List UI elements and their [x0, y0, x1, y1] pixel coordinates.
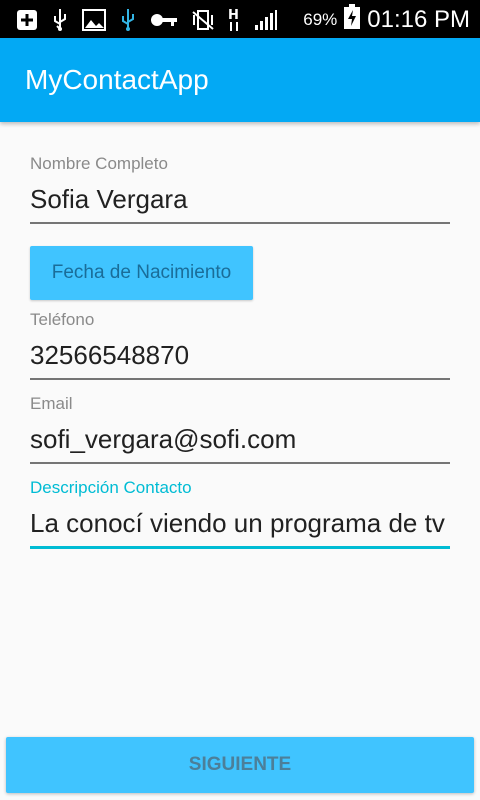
- svg-text:H: H: [228, 8, 239, 23]
- birth-date-button-label: Fecha de Nacimiento: [51, 262, 232, 283]
- battery-charging-icon: [343, 4, 361, 35]
- image-icon: [82, 9, 106, 35]
- description-label: Descripción Contacto: [30, 478, 192, 497]
- signal-icon: [254, 9, 278, 35]
- key-icon: [150, 12, 178, 32]
- name-input[interactable]: Sofia Vergara: [30, 182, 450, 216]
- email-input[interactable]: sofi_vergara@sofi.com: [30, 422, 450, 456]
- next-button-label: SIGUIENTE: [188, 754, 292, 775]
- usb-icon: [52, 8, 68, 36]
- app-title: MyContactApp: [25, 64, 209, 95]
- status-bar: H 69% 01:16 PM: [0, 0, 480, 38]
- clock: 01:16 PM: [367, 5, 470, 33]
- phone-underline: [30, 378, 450, 380]
- name-label: Nombre Completo: [30, 154, 168, 173]
- description-input[interactable]: La conocí viendo un programa de tv: [30, 506, 450, 540]
- phone-field[interactable]: Teléfono 32566548870: [30, 310, 450, 380]
- email-label: Email: [30, 394, 73, 413]
- usb-debug-icon: [120, 8, 136, 36]
- description-underline: [30, 546, 450, 549]
- phone-input[interactable]: 32566548870: [30, 338, 450, 372]
- description-field[interactable]: Descripción Contacto La conocí viendo un…: [30, 478, 450, 549]
- battery-percent: 69%: [303, 9, 338, 29]
- add-box-icon: [16, 9, 38, 35]
- app-bar: MyContactApp: [0, 38, 480, 122]
- vibrate-icon: [192, 9, 214, 35]
- next-button[interactable]: SIGUIENTE: [6, 737, 474, 793]
- hspa-icon: H: [228, 7, 240, 37]
- name-field[interactable]: Nombre Completo Sofia Vergara: [30, 154, 450, 224]
- birth-date-button[interactable]: Fecha de Nacimiento: [30, 246, 253, 300]
- email-underline: [30, 462, 450, 464]
- phone-label: Teléfono: [30, 310, 95, 329]
- name-underline: [30, 222, 450, 224]
- email-field[interactable]: Email sofi_vergara@sofi.com: [30, 394, 450, 464]
